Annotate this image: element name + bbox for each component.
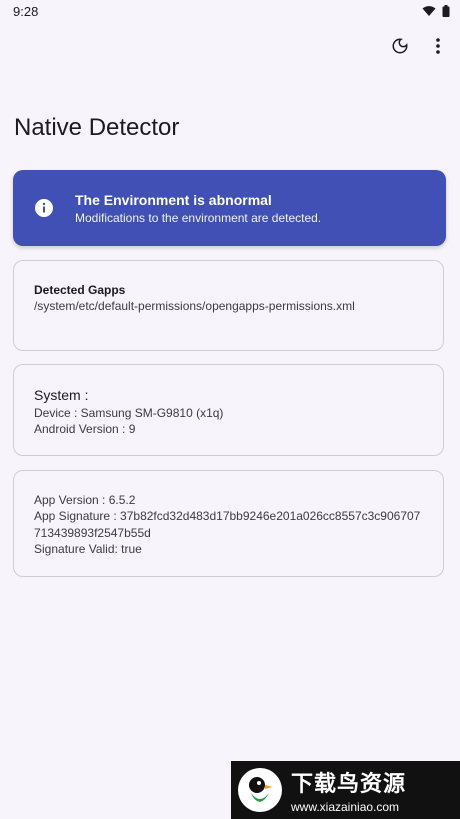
status-icons [422,4,450,22]
wifi-icon [422,4,436,22]
info-icon [34,198,54,218]
watermark: 下载鸟资源 www.xiazainiao.com [231,761,460,819]
app-signature-line-2: 713439893f2547b55d [34,526,151,540]
page-title: Native Detector [14,114,180,141]
bird-logo-icon [237,767,283,813]
alert-title: The Environment is abnormal [75,192,272,208]
gapps-heading: Detected Gapps [34,283,126,297]
watermark-text: 下载鸟资源 www.xiazainiao.com [291,766,406,814]
system-card: System : Device : Samsung SM-G9810 (x1q)… [13,364,444,456]
app-signature-line-1: App Signature : 37b82fcd32d483d17bb9246e… [34,509,421,523]
status-time: 9:28 [13,4,39,19]
system-android-version: Android Version : 9 [34,422,136,436]
gapps-path: /system/etc/default-permissions/opengapp… [34,299,355,313]
system-heading: System : [34,387,89,403]
detected-gapps-card: Detected Gapps /system/etc/default-permi… [13,260,444,351]
status-bar: 9:28 [0,0,460,24]
battery-icon [442,4,450,22]
app-version: App Version : 6.5.2 [34,493,136,507]
signature-valid: Signature Valid: true [34,542,142,556]
appbar-actions [388,36,450,60]
dark-mode-icon [391,37,409,60]
app-info-card: App Version : 6.5.2 App Signature : 37b8… [13,470,444,577]
system-device: Device : Samsung SM-G9810 (x1q) [34,406,224,420]
dark-mode-button[interactable] [388,36,412,60]
more-options-button[interactable] [426,36,450,60]
watermark-title: 下载鸟资源 [291,771,407,796]
watermark-url: www.xiazainiao.com [291,800,400,814]
environment-alert-card: The Environment is abnormal Modification… [13,170,446,246]
more-vert-icon [435,37,441,59]
alert-description: Modifications to the environment are det… [75,211,322,225]
